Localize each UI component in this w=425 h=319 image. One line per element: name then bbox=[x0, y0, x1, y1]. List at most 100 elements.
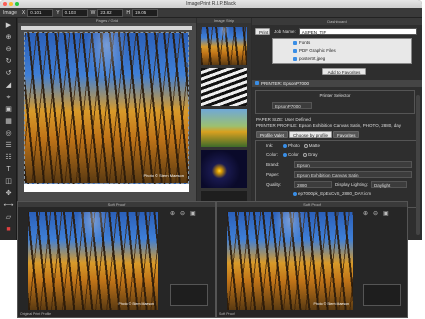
move-icon[interactable]: ✥ bbox=[3, 189, 14, 198]
soft-proof-window-right: Soft Proof Photo © Stern Maeson ⊕ ⊖ ▣ So… bbox=[216, 201, 408, 318]
rotate-icon[interactable]: ↻ bbox=[3, 57, 14, 66]
height-coordinate: H 19.05 bbox=[126, 8, 158, 17]
tab-profile-valet[interactable]: Profile Valet bbox=[256, 131, 288, 138]
pointer-icon[interactable]: ▶ bbox=[3, 21, 14, 30]
soft-proof-right-caption: Photo © Stern Maeson bbox=[313, 302, 349, 306]
zoom-out-icon[interactable]: ⊖ bbox=[180, 210, 185, 217]
tools-panel: ▶ ⊕ ⊖ ↻ ↺ ◢ ⌖ ▣ ▦ ◎ ☰ ☷ T ◫ ✥ ⟷ ▱ ■ bbox=[0, 18, 17, 240]
printer-profile-text: PRINTER PROFILE: Epson Exhibition Canvas… bbox=[256, 123, 401, 128]
zoom-out-icon[interactable]: ⊖ bbox=[3, 45, 14, 54]
y-coordinate: Y 0.103 bbox=[56, 8, 88, 17]
y-field[interactable]: 0.103 bbox=[61, 8, 88, 17]
rotate-left-icon[interactable]: ↺ bbox=[3, 69, 14, 78]
fit-icon[interactable]: ▣ bbox=[3, 105, 14, 114]
proof-info-box bbox=[170, 284, 208, 306]
width-field[interactable]: 23.82 bbox=[97, 8, 124, 17]
align-icon[interactable]: ☰ bbox=[3, 141, 14, 150]
add-to-favorites-button[interactable]: Add to Favorites bbox=[322, 68, 366, 75]
page-canvas[interactable]: Photo © Stern Maeson bbox=[24, 32, 189, 192]
file-item[interactable]: Fonts bbox=[293, 40, 310, 45]
image-strip-title: Image Strip bbox=[197, 18, 251, 23]
printer-select[interactable]: EpsonP7000 bbox=[272, 102, 312, 109]
fit-icon[interactable]: ▣ bbox=[190, 210, 196, 217]
thumbnail-2[interactable] bbox=[201, 68, 247, 106]
title-bar: ImagePrint R.I.P.Black bbox=[0, 0, 422, 8]
distribute-icon[interactable]: ☷ bbox=[3, 153, 14, 162]
resize-icon[interactable]: ⟷ bbox=[3, 201, 14, 210]
close-window-button[interactable] bbox=[3, 2, 7, 6]
job-name-label: Job Name: bbox=[274, 29, 296, 34]
thumbnail-1[interactable] bbox=[201, 27, 247, 65]
soft-proof-left-title: Soft Proof bbox=[18, 202, 215, 207]
ruler bbox=[21, 26, 192, 30]
printer-section[interactable]: PRINTER: EpsonP7000 bbox=[252, 80, 422, 87]
soft-proof-right-footer: Soft Proof bbox=[219, 312, 235, 316]
proof-info-box bbox=[363, 284, 401, 306]
color-swatch-icon[interactable]: ■ bbox=[3, 225, 14, 234]
file-list[interactable]: Fonts PDF Graphic Files postertrt.jpeg bbox=[272, 38, 412, 64]
height-field[interactable]: 19.05 bbox=[131, 8, 158, 17]
zoom-in-icon[interactable]: ⊕ bbox=[170, 210, 175, 217]
brand-label: Brand: bbox=[266, 162, 280, 167]
image-label: Image bbox=[3, 9, 17, 16]
thumbnail-4[interactable] bbox=[201, 150, 247, 188]
soft-proof-left-footer: Original Print Profile bbox=[20, 312, 52, 316]
print-button[interactable]: Print bbox=[255, 28, 270, 35]
tab-choose-by-profile[interactable]: Choose by profile bbox=[288, 131, 332, 138]
paper-size-text: PAPER SIZE: User Defined bbox=[256, 117, 311, 122]
printer-selector-box: Printer Selector EpsonP7000 bbox=[255, 90, 415, 114]
ink-matte-radio[interactable] bbox=[303, 143, 308, 148]
zoom-window-button[interactable] bbox=[15, 2, 19, 6]
quality-select[interactable]: 2880 bbox=[294, 181, 332, 188]
x-coordinate: X 0.101 bbox=[22, 8, 54, 17]
display-lighting-select[interactable]: Daylight bbox=[371, 181, 408, 188]
zoom-in-icon[interactable]: ⊕ bbox=[363, 210, 368, 217]
file-item[interactable]: PDF Graphic Files bbox=[293, 48, 336, 53]
ink-photo-radio[interactable] bbox=[283, 143, 287, 148]
layout-icon[interactable]: ◫ bbox=[3, 177, 14, 186]
paper-select[interactable]: Epson Exhibition Canvas Satin bbox=[294, 171, 412, 178]
printer-selector-title: Printer Selector bbox=[319, 93, 351, 98]
dashboard-header: Dashboard bbox=[252, 18, 422, 25]
soft-proof-right-title: Soft Proof bbox=[217, 202, 407, 207]
dashboard-title: Dashboard bbox=[252, 18, 422, 25]
brand-select[interactable]: Epson bbox=[294, 161, 412, 168]
pages-panel-title: Pages / Grid bbox=[18, 18, 196, 23]
file-item[interactable]: postertrt.jpeg bbox=[293, 56, 325, 61]
paper-label: Paper: bbox=[266, 172, 280, 177]
center-icon[interactable]: ◎ bbox=[3, 129, 14, 138]
thumbnail-3[interactable] bbox=[201, 109, 247, 147]
toolbar: Image X 0.101 Y 0.103 W 23.82 H 19.05 bbox=[0, 8, 422, 18]
color-label: Color: bbox=[266, 152, 279, 157]
display-lighting-label: Display Lighting: bbox=[335, 182, 369, 187]
profile-file-name: ep7000pk_EpExCvS_2880_DAY.icm bbox=[298, 191, 372, 196]
quality-label: Quality: bbox=[266, 182, 282, 187]
text-icon[interactable]: T bbox=[3, 165, 14, 174]
soft-proof-left-image[interactable]: Photo © Stern Maeson bbox=[28, 212, 158, 310]
main-image-caption: Photo © Stern Maeson bbox=[143, 173, 184, 178]
color-radio[interactable] bbox=[283, 152, 287, 157]
tab-favorites[interactable]: Favorites bbox=[332, 131, 360, 138]
zoom-in-icon[interactable]: ⊕ bbox=[3, 33, 14, 42]
printer-icon bbox=[255, 81, 259, 85]
ink-label: Ink: bbox=[266, 143, 274, 148]
profile-file-row[interactable]: ep7000pk_EpExCvS_2880_DAY.icm bbox=[292, 191, 371, 196]
window-title: ImagePrint R.I.P.Black bbox=[186, 1, 236, 7]
x-field[interactable]: 0.101 bbox=[27, 8, 54, 17]
soft-proof-left-caption: Photo © Stern Maeson bbox=[118, 302, 154, 306]
crop-icon[interactable]: ⌖ bbox=[3, 93, 14, 102]
profile-file-radio[interactable] bbox=[293, 191, 297, 196]
flip-icon[interactable]: ◢ bbox=[3, 81, 14, 90]
width-coordinate: W 23.82 bbox=[91, 8, 124, 17]
zoom-out-icon[interactable]: ⊖ bbox=[373, 210, 378, 217]
soft-proof-right-image[interactable]: Photo © Stern Maeson bbox=[227, 212, 353, 310]
soft-proof-window-left: Soft Proof Photo © Stern Maeson ⊕ ⊖ ▣ Or… bbox=[17, 201, 216, 318]
grid-icon[interactable]: ▦ bbox=[3, 117, 14, 126]
main-image[interactable]: Photo © Stern Maeson bbox=[24, 32, 189, 184]
job-name-field[interactable]: ASPEN_TIF bbox=[298, 28, 417, 35]
dashboard-scrollbar[interactable] bbox=[416, 95, 420, 235]
fit-icon[interactable]: ▣ bbox=[383, 210, 389, 217]
minimize-window-button[interactable] bbox=[9, 2, 13, 6]
eraser-icon[interactable]: ▱ bbox=[3, 213, 14, 222]
gray-radio[interactable] bbox=[302, 152, 307, 157]
